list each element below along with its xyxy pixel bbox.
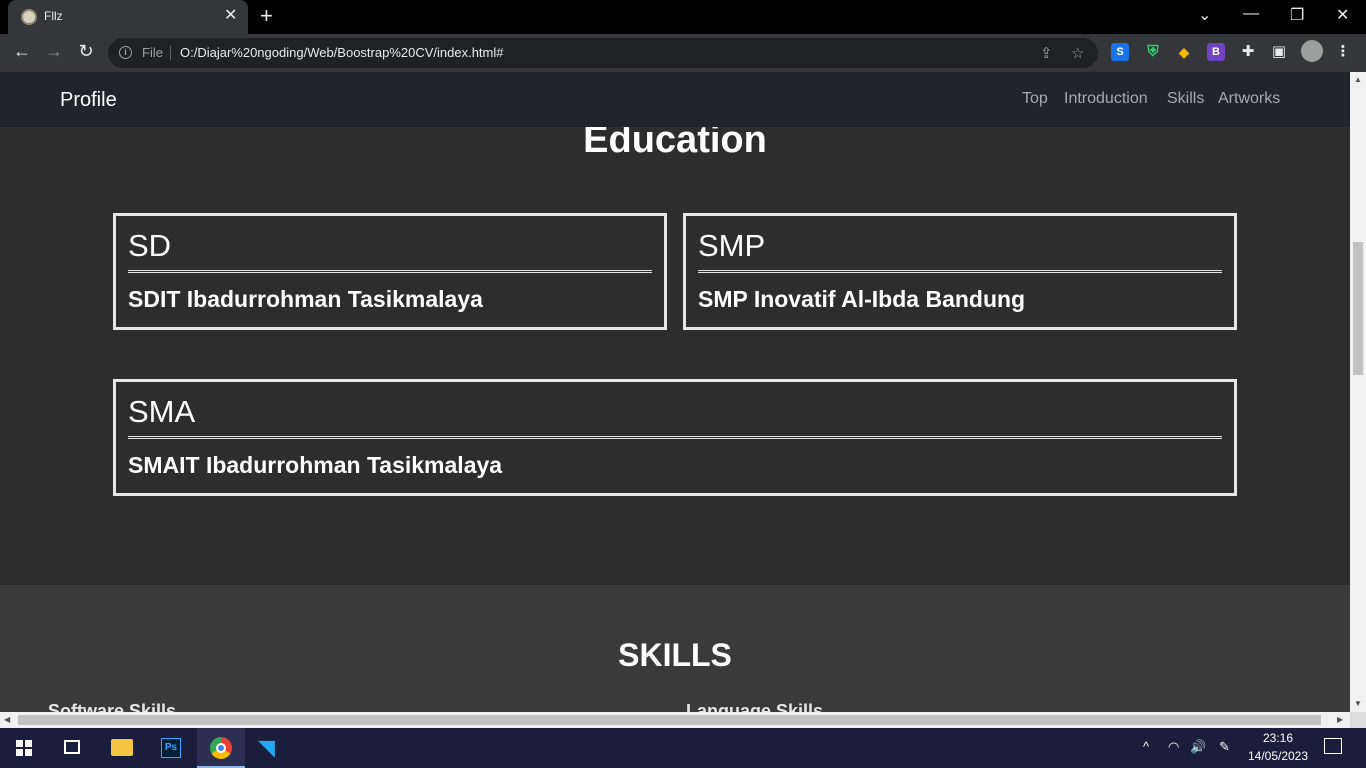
software-skills-heading: Software Skills bbox=[48, 701, 177, 712]
site-favicon-icon bbox=[21, 9, 37, 25]
wifi-icon[interactable]: ◠ bbox=[1168, 739, 1179, 755]
browser-tab-strip: Fllz ✕ + ⌄ — ❐ ✕ bbox=[0, 0, 1366, 34]
profile-avatar[interactable] bbox=[1301, 40, 1323, 62]
clock-time[interactable]: 23:16 bbox=[1247, 731, 1309, 745]
photoshop-button[interactable]: Ps bbox=[147, 728, 195, 768]
card-level: SD bbox=[128, 228, 172, 263]
notification-icon[interactable] bbox=[1324, 738, 1342, 754]
volume-icon[interactable]: 🔊 bbox=[1190, 739, 1206, 755]
clock-date[interactable]: 14/05/2023 bbox=[1247, 749, 1309, 763]
extension-shield-icon[interactable]: ⛨ bbox=[1144, 43, 1162, 61]
extension-s-icon[interactable]: S bbox=[1111, 43, 1129, 61]
restore-icon[interactable]: ❐ bbox=[1290, 5, 1304, 25]
scroll-right-icon[interactable]: ▶ bbox=[1337, 715, 1343, 724]
horizontal-scroll-thumb[interactable] bbox=[18, 715, 1321, 725]
folder-icon bbox=[111, 739, 133, 756]
horizontal-scrollbar[interactable]: ◀ ▶ bbox=[0, 712, 1350, 728]
url-text[interactable]: O:/Diajar%20ngoding/Web/Boostrap%20CV/in… bbox=[180, 45, 504, 60]
share-icon[interactable]: ⇪ bbox=[1040, 44, 1053, 62]
card-level: SMP bbox=[698, 228, 766, 263]
browser-toolbar: ← → ↻ i File O:/Diajar%20ngoding/Web/Boo… bbox=[0, 34, 1366, 72]
browser-tab[interactable]: Fllz ✕ bbox=[8, 0, 248, 34]
skills-title: SKILLS bbox=[618, 637, 732, 673]
education-section: Education SD SDIT Ibadurrohman Tasikmala… bbox=[0, 72, 1350, 585]
scroll-up-icon[interactable]: ▲ bbox=[1350, 75, 1366, 84]
address-bar[interactable]: i File O:/Diajar%20ngoding/Web/Boostrap%… bbox=[108, 38, 1098, 68]
card-school: SDIT Ibadurrohman Tasikmalaya bbox=[128, 286, 483, 312]
vscode-button[interactable]: ◥ bbox=[245, 728, 293, 768]
windows-taskbar: Ps ◥ ^ ◠ 🔊 ✎ 23:16 14/05/2023 bbox=[0, 728, 1366, 768]
scroll-left-icon[interactable]: ◀ bbox=[4, 715, 10, 724]
card-divider bbox=[698, 270, 1222, 273]
education-card-sd: SD SDIT Ibadurrohman Tasikmalaya bbox=[113, 213, 667, 330]
card-school: SMAIT Ibadurrohman Tasikmalaya bbox=[128, 452, 503, 478]
back-icon[interactable]: ← bbox=[10, 41, 34, 62]
photoshop-icon: Ps bbox=[161, 738, 181, 758]
extension-b-icon[interactable]: B bbox=[1207, 43, 1225, 61]
chrome-button[interactable] bbox=[197, 728, 245, 768]
scrollbar-corner bbox=[1350, 712, 1366, 728]
nav-link-artworks[interactable]: Artworks bbox=[1218, 90, 1280, 108]
card-divider bbox=[128, 436, 1222, 439]
vscode-icon: ◥ bbox=[258, 735, 275, 760]
reload-icon[interactable]: ↻ bbox=[74, 41, 98, 62]
extensions-puzzle-icon[interactable]: ✚ bbox=[1239, 43, 1257, 61]
forward-icon[interactable]: → bbox=[42, 41, 66, 62]
menu-dots-icon[interactable]: ⋮ bbox=[1334, 43, 1352, 61]
site-info-icon[interactable]: i bbox=[119, 46, 132, 59]
omnibox-divider bbox=[170, 46, 171, 60]
close-window-icon[interactable]: ✕ bbox=[1336, 5, 1349, 25]
file-label: File bbox=[142, 45, 163, 60]
navbar-brand[interactable]: Profile bbox=[60, 89, 117, 112]
extension-drive-icon[interactable]: ◆ bbox=[1175, 43, 1193, 61]
tray-chevron-icon[interactable]: ^ bbox=[1143, 739, 1149, 754]
skills-section: SKILLS Software Skills Language Skills bbox=[0, 585, 1350, 712]
new-tab-button[interactable]: + bbox=[260, 5, 273, 27]
education-card-sma: SMA SMAIT Ibadurrohman Tasikmalaya bbox=[113, 379, 1237, 496]
scroll-down-icon[interactable]: ▼ bbox=[1350, 699, 1366, 708]
side-panel-icon[interactable]: ▣ bbox=[1270, 43, 1288, 61]
task-view-button[interactable] bbox=[48, 728, 96, 768]
bookmark-star-icon[interactable]: ☆ bbox=[1071, 44, 1084, 62]
nav-link-introduction[interactable]: Introduction bbox=[1064, 90, 1148, 108]
card-school: SMP Inovatif Al-Ibda Bandung bbox=[698, 286, 1026, 312]
vertical-scrollbar[interactable]: ▲ ▼ bbox=[1350, 72, 1366, 712]
card-level: SMA bbox=[128, 394, 196, 429]
card-divider bbox=[128, 270, 652, 273]
tab-search-icon[interactable]: ⌄ bbox=[1198, 5, 1211, 25]
nav-link-skills[interactable]: Skills bbox=[1167, 90, 1204, 108]
windows-logo-icon bbox=[16, 740, 32, 756]
chrome-center-icon bbox=[216, 743, 226, 753]
site-navbar: Profile Top Introduction Skills Artworks bbox=[0, 72, 1350, 127]
education-card-smp: SMP SMP Inovatif Al-Ibda Bandung bbox=[683, 213, 1237, 330]
language-skills-heading: Language Skills bbox=[686, 701, 824, 712]
tab-close-icon[interactable]: ✕ bbox=[224, 7, 237, 25]
minimize-icon[interactable]: — bbox=[1243, 5, 1259, 23]
nav-link-top[interactable]: Top bbox=[1022, 90, 1048, 108]
pen-icon[interactable]: ✎ bbox=[1219, 739, 1230, 755]
page-viewport: Education SD SDIT Ibadurrohman Tasikmala… bbox=[0, 72, 1350, 712]
tab-title: Fllz bbox=[44, 9, 63, 23]
vertical-scroll-thumb[interactable] bbox=[1353, 242, 1363, 375]
start-button[interactable] bbox=[0, 728, 48, 768]
file-explorer-button[interactable] bbox=[98, 728, 146, 768]
task-view-icon bbox=[64, 740, 80, 754]
